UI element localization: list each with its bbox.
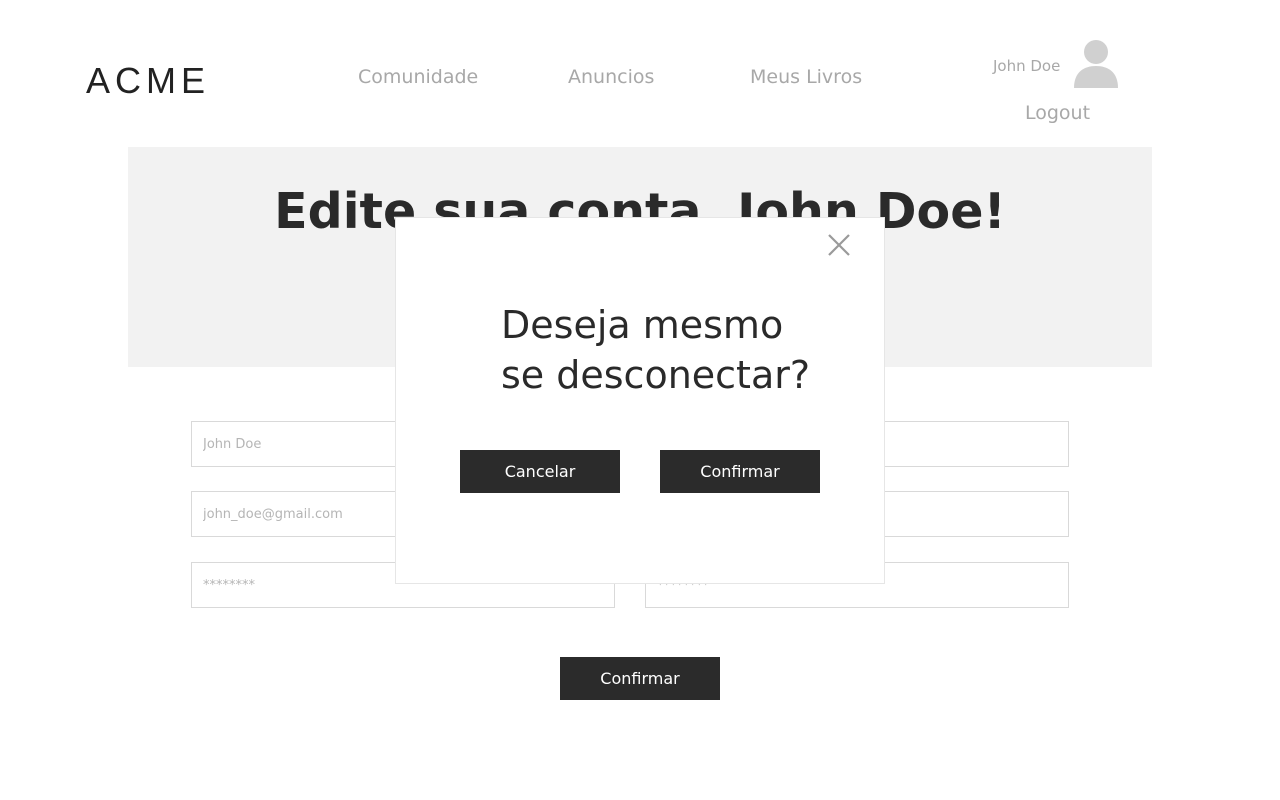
submit-button[interactable]: Confirmar — [560, 657, 720, 700]
user-name: John Doe — [993, 57, 1061, 75]
logout-confirm-modal: Deseja mesmo se desconectar? Cancelar Co… — [395, 217, 885, 584]
logo[interactable]: ACME — [86, 60, 210, 102]
modal-title-line-2: se desconectar? — [501, 353, 811, 397]
logout-link[interactable]: Logout — [1025, 102, 1090, 124]
cancel-button[interactable]: Cancelar — [460, 450, 620, 493]
modal-title-line-1: Deseja mesmo — [501, 303, 784, 347]
confirm-button[interactable]: Confirmar — [660, 450, 820, 493]
nav-link-anuncios[interactable]: Anuncios — [568, 66, 654, 88]
user-avatar-icon[interactable] — [1072, 38, 1120, 90]
close-icon[interactable] — [826, 232, 852, 258]
modal-title: Deseja mesmo se desconectar? — [501, 300, 810, 400]
nav-link-meus-livros[interactable]: Meus Livros — [750, 66, 862, 88]
nav-link-comunidade[interactable]: Comunidade — [358, 66, 478, 88]
